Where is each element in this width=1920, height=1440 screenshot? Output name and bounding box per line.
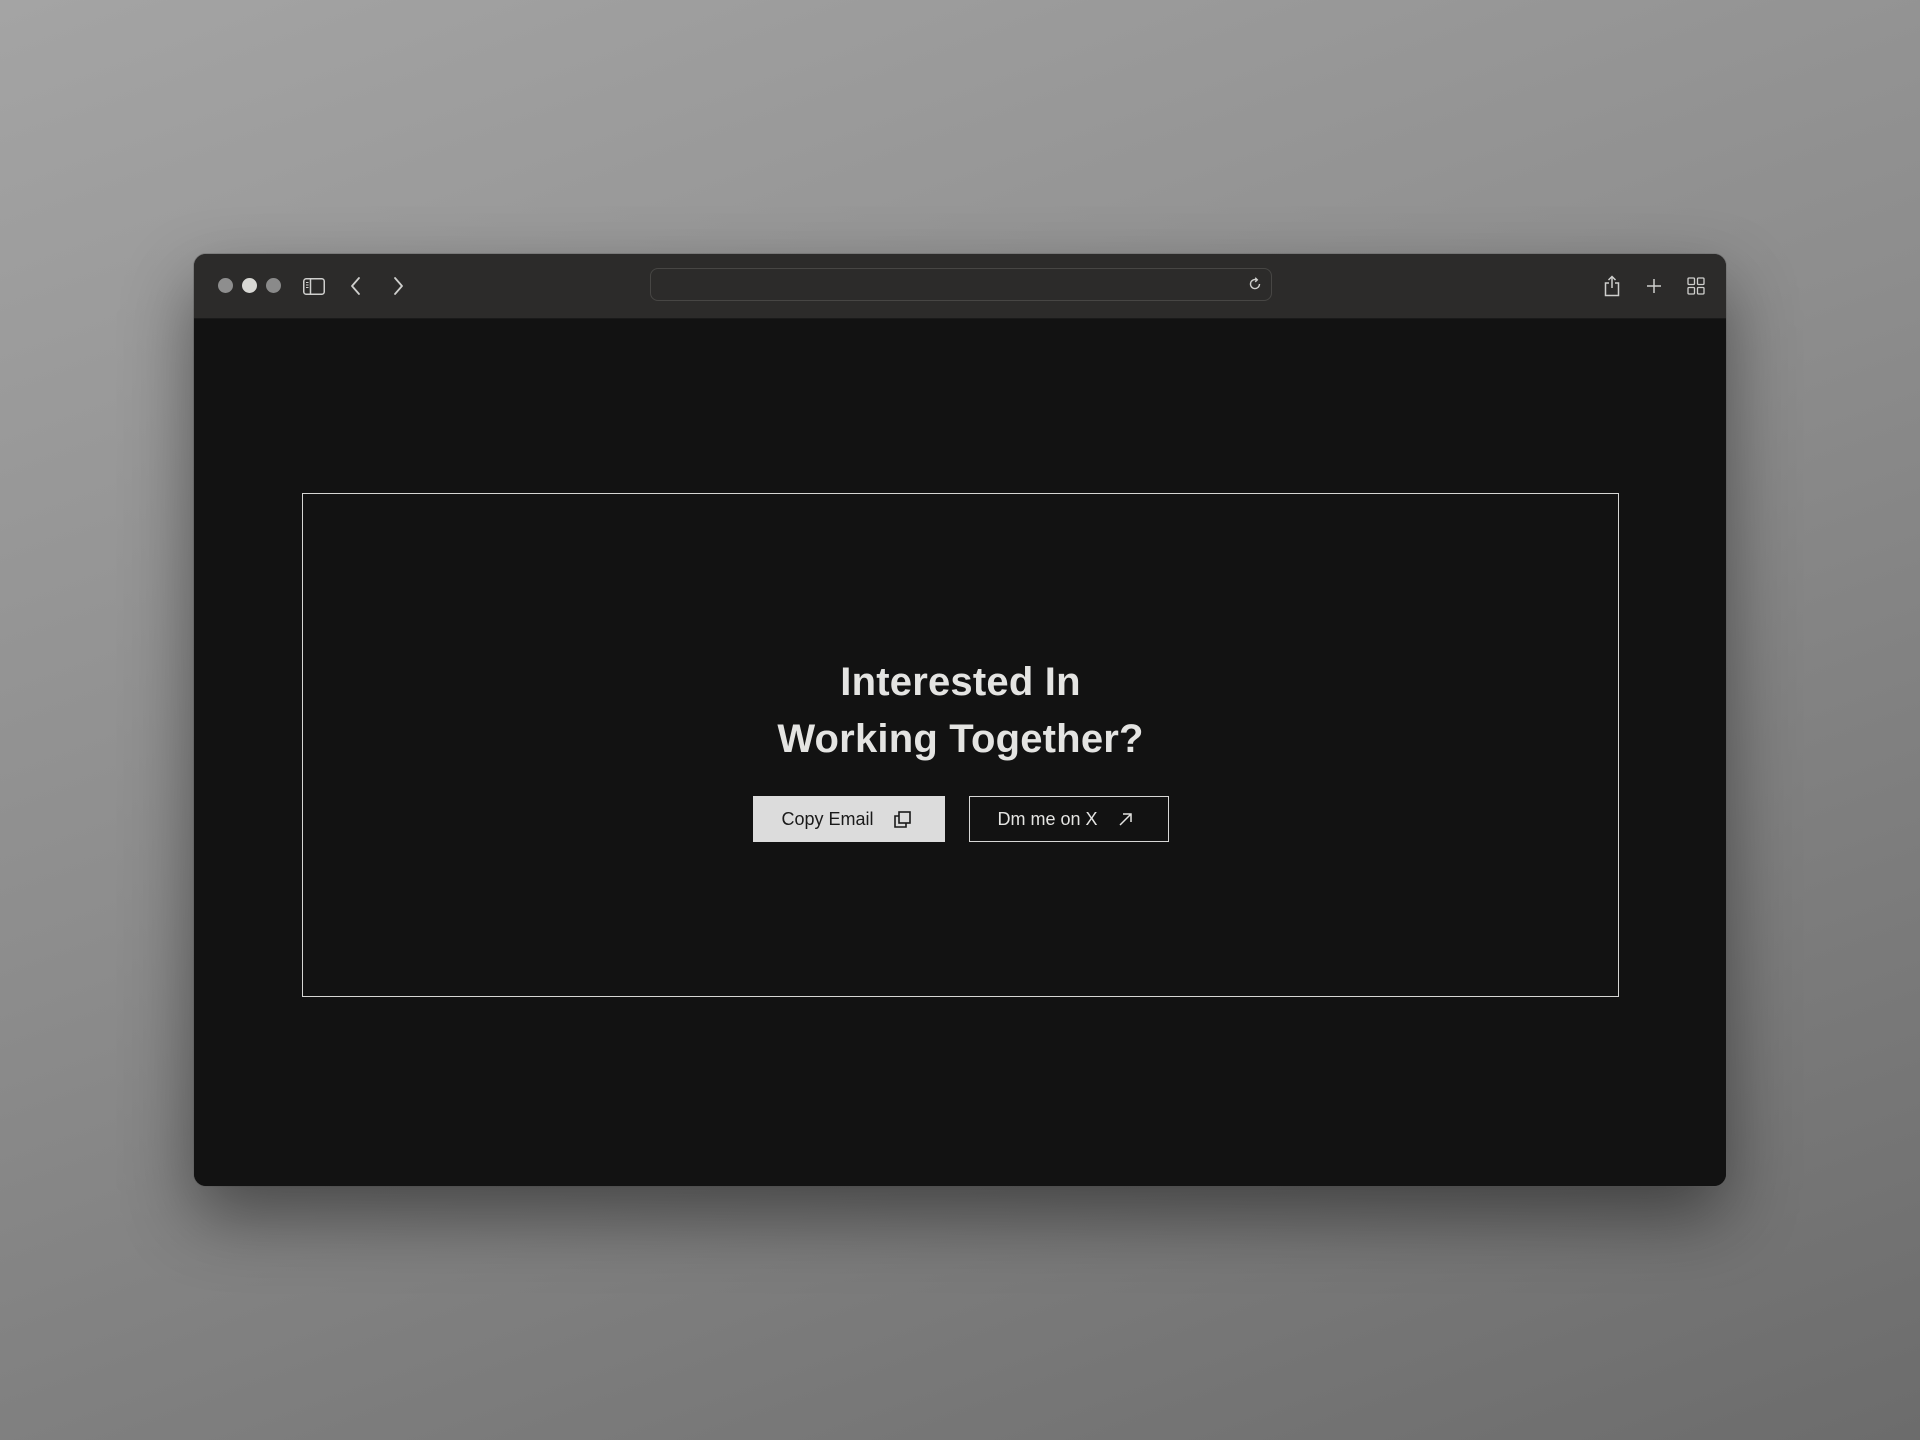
contact-card: Interested In Working Together? Copy Ema… <box>302 493 1619 997</box>
minimize-window-button[interactable] <box>242 278 257 293</box>
browser-toolbar <box>194 254 1726 319</box>
close-window-button[interactable] <box>218 278 233 293</box>
page-content: Interested In Working Together? Copy Ema… <box>194 319 1726 1186</box>
plus-icon[interactable] <box>1642 274 1666 298</box>
maximize-window-button[interactable] <box>266 278 281 293</box>
sidebar-icon[interactable] <box>302 274 326 298</box>
dm-on-x-button[interactable]: Dm me on X <box>968 796 1169 842</box>
reload-icon[interactable] <box>1245 274 1265 294</box>
address-bar[interactable] <box>650 268 1272 301</box>
grid-icon[interactable] <box>1684 274 1708 298</box>
copy-icon <box>893 810 911 828</box>
cta-buttons: Copy Email Dm me on X <box>303 796 1618 842</box>
heading-line-1: Interested In <box>840 660 1081 704</box>
browser-window: Interested In Working Together? Copy Ema… <box>194 254 1726 1186</box>
heading-line-2: Working Together? <box>777 717 1144 761</box>
dm-on-x-label: Dm me on X <box>997 808 1098 829</box>
copy-email-label: Copy Email <box>781 808 874 829</box>
share-icon[interactable] <box>1600 274 1624 298</box>
page-heading: Interested In Working Together? <box>303 654 1618 768</box>
chevron-left-icon[interactable] <box>344 274 368 298</box>
copy-email-button[interactable]: Copy Email <box>752 796 945 842</box>
chevron-right-icon[interactable] <box>386 274 410 298</box>
arrow-up-right-icon <box>1118 812 1133 827</box>
